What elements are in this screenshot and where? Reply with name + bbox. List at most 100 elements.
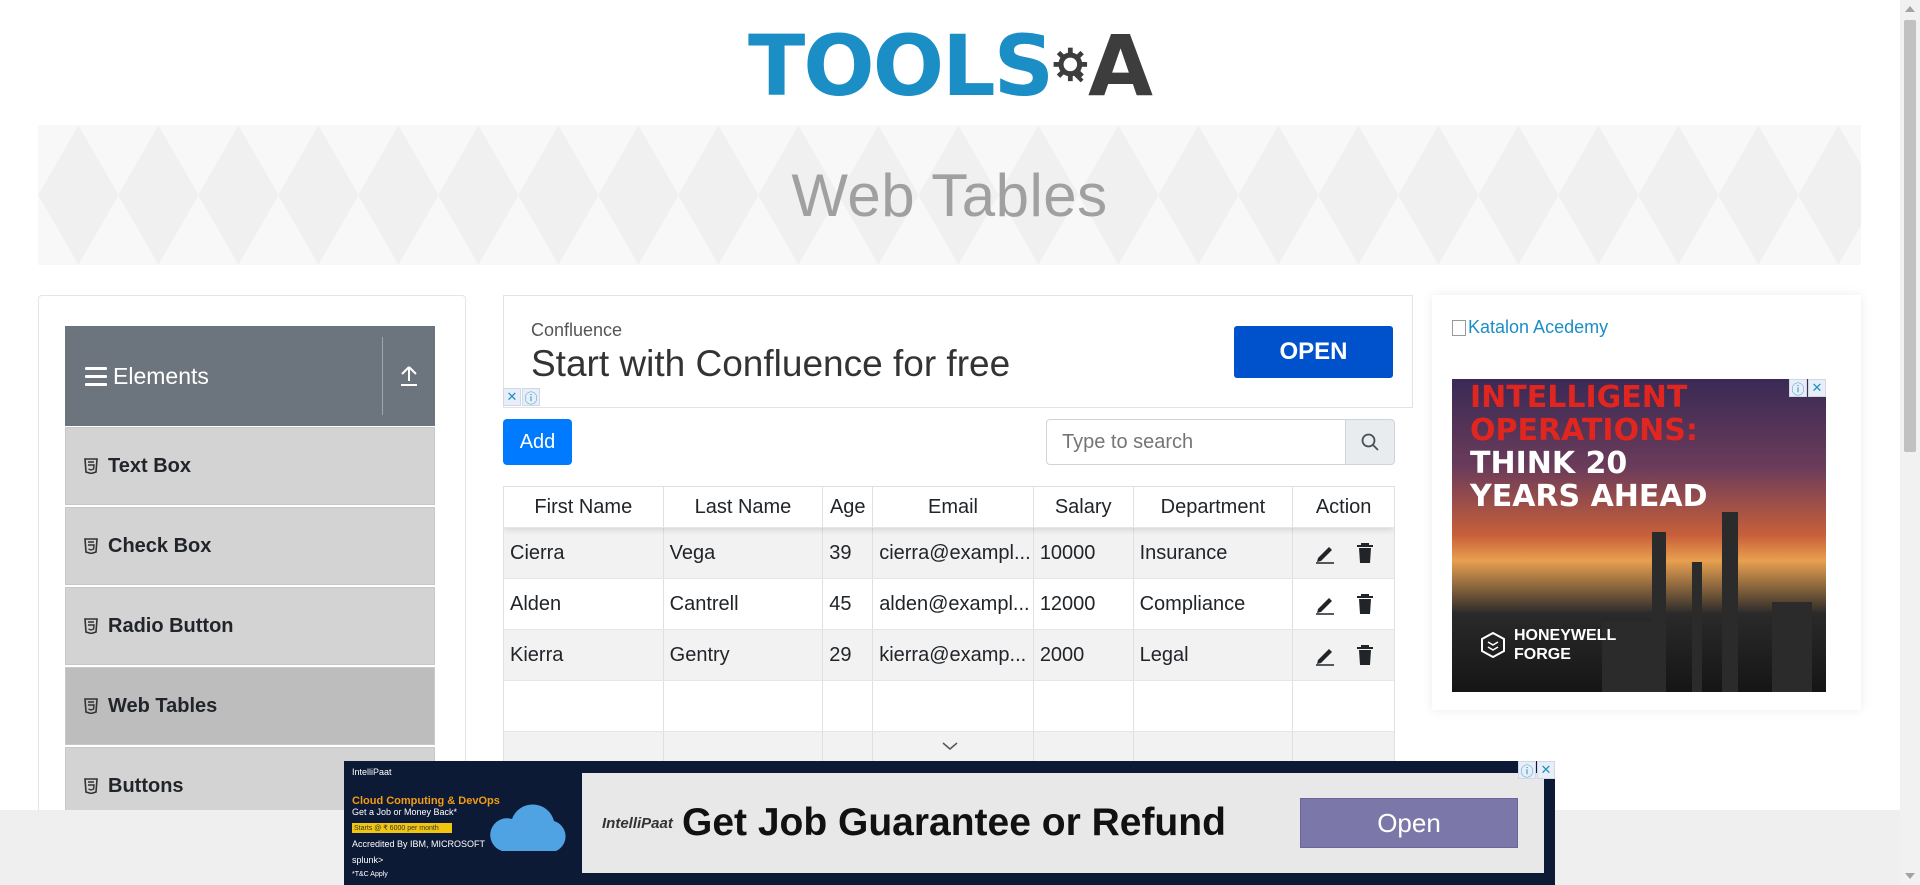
table-row: Alden Cantrell 45 alden@exampl... 12000 … — [504, 579, 1394, 630]
sidebar-item-radio-button[interactable]: Radio Button — [65, 587, 435, 665]
html5-icon — [84, 698, 98, 714]
search-button[interactable] — [1345, 419, 1395, 465]
scroll-thumb[interactable] — [1904, 20, 1916, 452]
cloud-icon — [490, 804, 566, 851]
edit-icon[interactable] — [1314, 644, 1336, 666]
html5-icon — [84, 778, 98, 794]
ad-headline: Start with Confluence for free — [531, 343, 1011, 384]
page-scrollbar[interactable] — [1900, 0, 1920, 885]
ad-brand: Confluence — [531, 320, 623, 340]
collapse-arrow-icon — [401, 366, 417, 386]
sidebar-item-label: Radio Button — [108, 614, 234, 637]
collapse-group-button[interactable] — [383, 365, 435, 387]
page-banner: Web Tables — [38, 125, 1861, 265]
cell-action — [1293, 579, 1394, 629]
cell-last-name: Cantrell — [664, 579, 824, 629]
katalon-link-text: Katalon Acedemy — [1468, 317, 1609, 337]
delete-icon[interactable] — [1356, 644, 1374, 666]
page: TOOLS A Web Tables Elements Text Box Che… — [0, 0, 1920, 885]
cell-action — [1293, 528, 1394, 578]
logo-text-tools: TOOLS — [748, 17, 1054, 115]
table-row: Kierra Gentry 29 kierra@examp... 2000 Le… — [504, 630, 1394, 681]
html5-icon — [84, 458, 98, 474]
sidebar-item-label: Web Tables — [108, 694, 218, 717]
search-input[interactable] — [1046, 419, 1345, 465]
ad-choices[interactable]: ⓘ ✕ — [1789, 379, 1826, 397]
add-button[interactable]: Add — [503, 419, 572, 465]
cell-first-name: Alden — [504, 579, 664, 629]
sidebar-group-title: Elements — [113, 362, 209, 389]
edit-icon[interactable] — [1314, 542, 1336, 564]
table-row-empty — [504, 681, 1394, 732]
cell-action — [1293, 630, 1394, 680]
gear-icon — [1053, 47, 1088, 83]
intellipaat-logo: IntelliPaat — [352, 767, 392, 777]
cell-age: 39 — [823, 528, 874, 578]
web-table: First Name Last Name Age Email Salary De… — [503, 486, 1395, 766]
cell-salary: 10000 — [1034, 528, 1134, 578]
column-header-first-name[interactable]: First Name — [504, 487, 664, 527]
info-icon[interactable]: ⓘ — [1518, 761, 1536, 779]
right-ad-panel: Katalon Acedemy INTELLIGENT OPERATIONS: … — [1432, 295, 1861, 710]
search-icon — [1361, 433, 1379, 451]
sidebar-item-label: Buttons — [108, 774, 184, 797]
sidebar-group-elements[interactable]: Elements — [65, 326, 435, 426]
cell-department: Legal — [1134, 630, 1294, 680]
cell-salary: 12000 — [1034, 579, 1134, 629]
search-box — [1046, 419, 1395, 465]
chevron-down-icon[interactable] — [941, 740, 959, 752]
delete-icon[interactable] — [1356, 542, 1374, 564]
broken-image-icon — [1452, 319, 1466, 336]
intellipaat-brandmark: IntelliPaat — [602, 814, 673, 832]
ad-choices[interactable]: ✕ ⓘ — [503, 388, 540, 406]
sidebar-item-label: Text Box — [108, 454, 191, 477]
info-icon[interactable]: ⓘ — [522, 388, 540, 406]
cell-email: kierra@examp... — [873, 630, 1034, 680]
scroll-up-icon[interactable] — [1905, 6, 1915, 12]
html5-icon — [84, 538, 98, 554]
cell-department: Compliance — [1134, 579, 1294, 629]
column-header-department[interactable]: Department — [1134, 487, 1294, 527]
cell-first-name: Cierra — [504, 528, 664, 578]
intellipaat-message: Get Job Guarantee or Refund — [682, 801, 1226, 844]
intellipaat-ad[interactable]: IntelliPaat Cloud Computing & DevOps Get… — [344, 761, 1555, 885]
cell-last-name: Vega — [664, 528, 824, 578]
confluence-ad[interactable]: Confluence Start with Confluence for fre… — [503, 295, 1413, 408]
table-row: Cierra Vega 39 cierra@exampl... 10000 In… — [504, 528, 1394, 579]
table-header-row: First Name Last Name Age Email Salary De… — [504, 487, 1394, 528]
cell-last-name: Gentry — [664, 630, 824, 680]
toolsqa-logo[interactable]: TOOLS A — [748, 18, 1153, 114]
scroll-down-icon[interactable] — [1905, 873, 1915, 879]
cell-age: 29 — [823, 630, 874, 680]
delete-icon[interactable] — [1356, 593, 1374, 615]
cell-email: alden@exampl... — [873, 579, 1034, 629]
edit-icon[interactable] — [1314, 593, 1336, 615]
column-header-action: Action — [1315, 495, 1372, 518]
honeywell-ad[interactable]: INTELLIGENT OPERATIONS: THINK 20 YEARS A… — [1452, 379, 1826, 692]
close-icon[interactable]: ✕ — [1808, 379, 1826, 397]
cell-age: 45 — [823, 579, 874, 629]
cell-salary: 2000 — [1034, 630, 1134, 680]
sidebar-item-text-box[interactable]: Text Box — [65, 427, 435, 505]
intellipaat-ad-main: IntelliPaat Get Job Guarantee or Refund … — [582, 773, 1544, 873]
column-header-last-name[interactable]: Last Name — [664, 487, 824, 527]
cell-department: Insurance — [1134, 528, 1294, 578]
cell-first-name: Kierra — [504, 630, 664, 680]
sidebar-item-check-box[interactable]: Check Box — [65, 507, 435, 585]
info-icon[interactable]: ⓘ — [1789, 379, 1807, 397]
column-header-salary[interactable]: Salary — [1034, 487, 1134, 527]
html5-icon — [84, 618, 98, 634]
close-icon[interactable]: ✕ — [503, 388, 521, 406]
close-icon[interactable]: ✕ — [1537, 761, 1555, 779]
logo-text-qa: A — [1087, 17, 1153, 115]
honeywell-brand: HONEYWELL FORGE — [1480, 626, 1624, 664]
katalon-ad-link[interactable]: Katalon Acedemy — [1452, 317, 1608, 338]
honeywell-logo-icon — [1481, 632, 1505, 658]
column-header-age[interactable]: Age — [823, 487, 874, 527]
column-header-email[interactable]: Email — [873, 487, 1034, 527]
ad-open-button[interactable]: OPEN — [1234, 326, 1393, 378]
ad-choices[interactable]: ⓘ ✕ — [1518, 761, 1555, 779]
intellipaat-open-button[interactable]: Open — [1300, 798, 1518, 848]
page-title: Web Tables — [791, 161, 1108, 229]
sidebar-item-web-tables[interactable]: Web Tables — [65, 667, 435, 745]
